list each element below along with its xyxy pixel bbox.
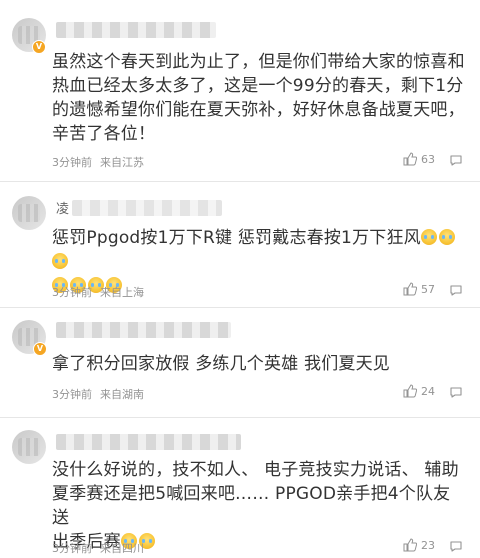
verified-badge-icon: V bbox=[33, 342, 47, 356]
avatar[interactable] bbox=[12, 430, 46, 464]
verified-badge-icon: V bbox=[32, 40, 46, 54]
username-partial[interactable]: 凌 bbox=[56, 198, 69, 217]
location: 来自江苏 bbox=[100, 156, 144, 169]
username-blurred[interactable] bbox=[56, 322, 231, 338]
like-button[interactable]: 24 bbox=[403, 384, 435, 398]
comment-item-2: 凌 惩罚Ppgod按1万下R键 惩罚戴志春按1万下狂风 3分钟前 来自上海 57 bbox=[0, 182, 480, 306]
comment-meta: 3分钟前 来自江苏 bbox=[52, 154, 152, 170]
location: 来自上海 bbox=[100, 286, 144, 299]
like-button[interactable]: 63 bbox=[403, 152, 435, 166]
like-count: 23 bbox=[421, 538, 435, 552]
avatar[interactable] bbox=[12, 196, 46, 230]
like-count: 24 bbox=[421, 384, 435, 398]
like-button[interactable]: 23 bbox=[403, 538, 435, 552]
crying-emoji-icon bbox=[52, 253, 68, 269]
like-button[interactable]: 57 bbox=[403, 282, 435, 296]
thumbs-up-icon bbox=[403, 538, 417, 552]
username-blurred[interactable] bbox=[56, 22, 216, 38]
timestamp: 3分钟前 bbox=[52, 388, 92, 401]
comment-meta: 3分钟前 来自上海 bbox=[52, 284, 152, 300]
comment-meta: 3分钟前 来自湖南 bbox=[52, 386, 152, 402]
crying-emoji-icon bbox=[420, 229, 437, 245]
comment-bubble-icon[interactable] bbox=[449, 385, 463, 399]
timestamp: 3分钟前 bbox=[52, 542, 92, 555]
comment-bubble-icon[interactable] bbox=[449, 283, 463, 297]
location: 来自四川 bbox=[100, 542, 144, 555]
comment-item-4: 没什么好说的，技不如人、 电子竞技实力说话、 辅助 夏季赛还是把5喊回来吧…… … bbox=[0, 418, 480, 558]
location: 来自湖南 bbox=[100, 388, 144, 401]
thumbs-up-icon bbox=[403, 384, 417, 398]
like-count: 57 bbox=[421, 282, 435, 296]
timestamp: 3分钟前 bbox=[52, 286, 92, 299]
username-blurred[interactable] bbox=[72, 200, 222, 216]
comment-item-1: V 虽然这个春天到此为止了，但是你们带给大家的惊喜和 热血已经太多太多了，这是一… bbox=[0, 0, 480, 180]
comment-text: 虽然这个春天到此为止了，但是你们带给大家的惊喜和 热血已经太多太多了，这是一个9… bbox=[52, 52, 465, 144]
thumbs-up-icon bbox=[403, 282, 417, 296]
thumbs-up-icon bbox=[403, 152, 417, 166]
comment-bubble-icon[interactable] bbox=[449, 153, 463, 167]
comment-meta: 3分钟前 来自四川 bbox=[52, 540, 152, 556]
crying-emoji-icon bbox=[438, 229, 455, 245]
comment-bubble-icon[interactable] bbox=[449, 539, 463, 553]
like-count: 63 bbox=[421, 152, 435, 166]
comment-item-3: V 拿了积分回家放假 多练几个英雄 我们夏天见 3分钟前 来自湖南 24 bbox=[0, 308, 480, 420]
comment-text: 拿了积分回家放假 多练几个英雄 我们夏天见 bbox=[52, 354, 391, 374]
username-blurred[interactable] bbox=[56, 434, 241, 450]
timestamp: 3分钟前 bbox=[52, 156, 92, 169]
